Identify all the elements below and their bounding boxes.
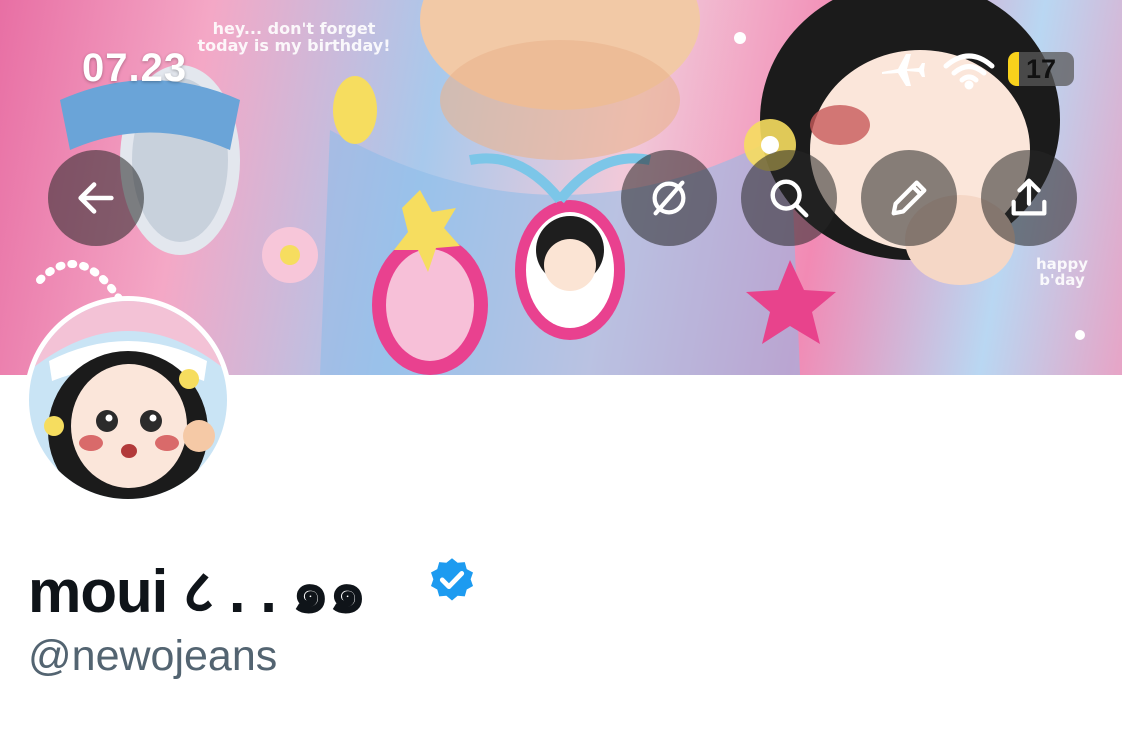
- status-time: 07.23: [82, 46, 188, 90]
- username-handle: @newojeans: [28, 632, 278, 680]
- battery-icon: 17: [1008, 52, 1074, 86]
- share-icon: [1011, 178, 1047, 216]
- back-arrow-icon: [78, 182, 114, 214]
- back-button[interactable]: [48, 150, 144, 246]
- grok-button[interactable]: [621, 150, 717, 246]
- avatar-illustration: [29, 301, 227, 499]
- share-button[interactable]: [981, 150, 1077, 246]
- battery-percentage: 17: [1025, 54, 1057, 84]
- status-icons: [882, 53, 995, 90]
- search-icon: [770, 179, 809, 218]
- grok-icon: [652, 180, 686, 216]
- edit-button[interactable]: [861, 150, 957, 246]
- verified-badge-icon[interactable]: [426, 555, 478, 607]
- banner-caption-top: hey... don't forget today is my birthday…: [197, 19, 391, 55]
- avatar[interactable]: [24, 296, 232, 504]
- wifi-icon: [943, 53, 995, 90]
- banner-caption-right: happy b'day: [1035, 255, 1089, 289]
- search-button[interactable]: [741, 150, 837, 246]
- display-name: moui ८ . . ๑๑: [28, 558, 367, 625]
- airplane-icon: [882, 54, 925, 86]
- edit-icon: [891, 180, 927, 216]
